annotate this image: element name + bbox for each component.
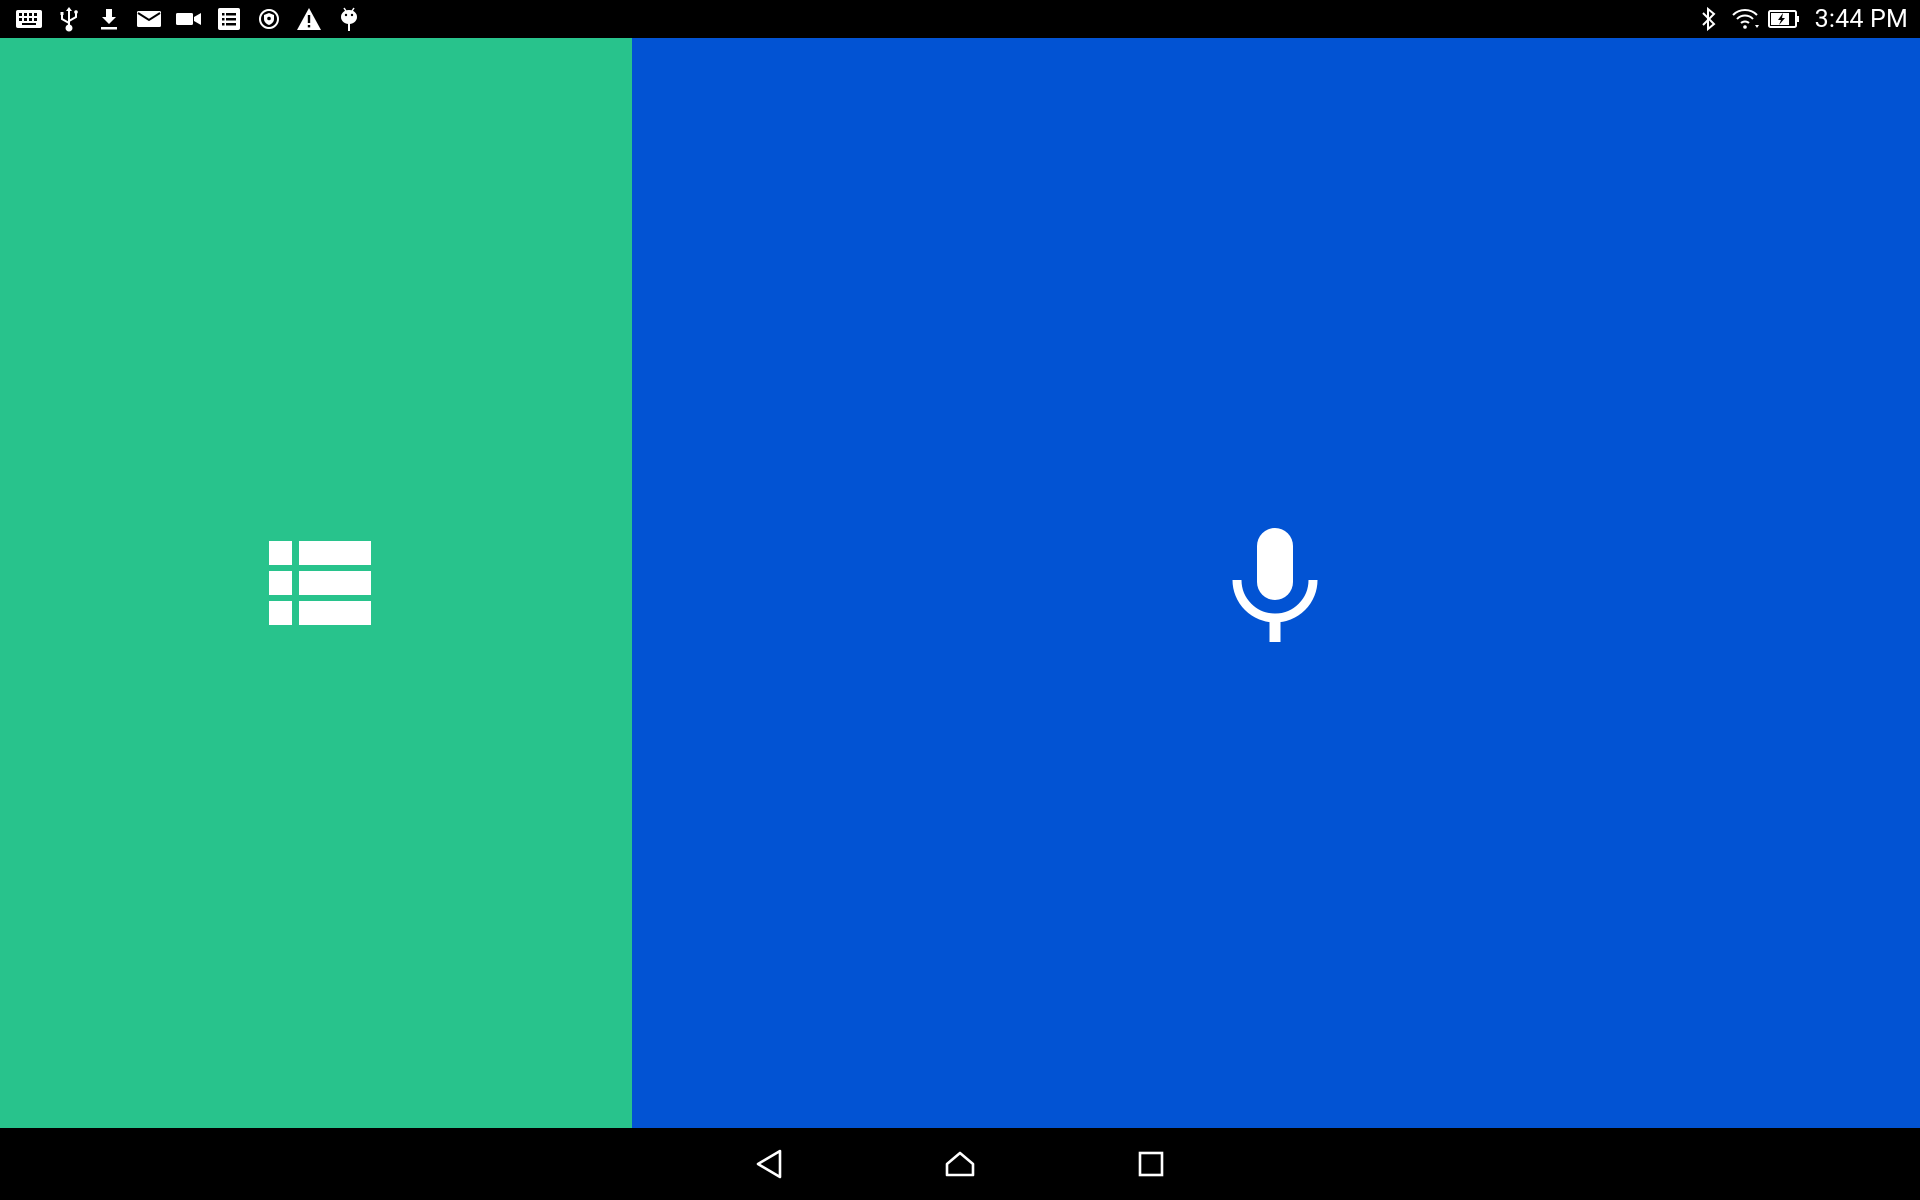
notification-icons	[14, 4, 374, 34]
video-camera-icon	[174, 4, 204, 34]
status-bar: 3:44 PM	[0, 0, 1920, 38]
vpn-shield-icon	[254, 4, 284, 34]
bluetooth-icon	[1695, 5, 1723, 33]
usb-icon	[54, 4, 84, 34]
home-icon[interactable]	[940, 1144, 980, 1184]
back-icon[interactable]	[749, 1144, 789, 1184]
download-icon	[94, 4, 124, 34]
microphone-icon	[1232, 528, 1318, 646]
warning-icon	[294, 4, 324, 34]
keyboard-icon	[14, 4, 44, 34]
recents-icon[interactable]	[1131, 1144, 1171, 1184]
list-panel[interactable]	[0, 38, 632, 1128]
status-time: 3:44 PM	[1814, 4, 1908, 34]
wifi-icon	[1731, 5, 1759, 33]
voice-panel[interactable]	[632, 38, 1920, 1128]
navigation-bar	[0, 1128, 1920, 1200]
battery-charging-icon	[1767, 5, 1801, 33]
system-status-icons: 3:44 PM	[1687, 0, 1908, 38]
list-icon	[269, 541, 371, 629]
task-list-icon	[214, 4, 244, 34]
mail-icon	[134, 4, 164, 34]
android-debug-icon	[334, 4, 364, 34]
